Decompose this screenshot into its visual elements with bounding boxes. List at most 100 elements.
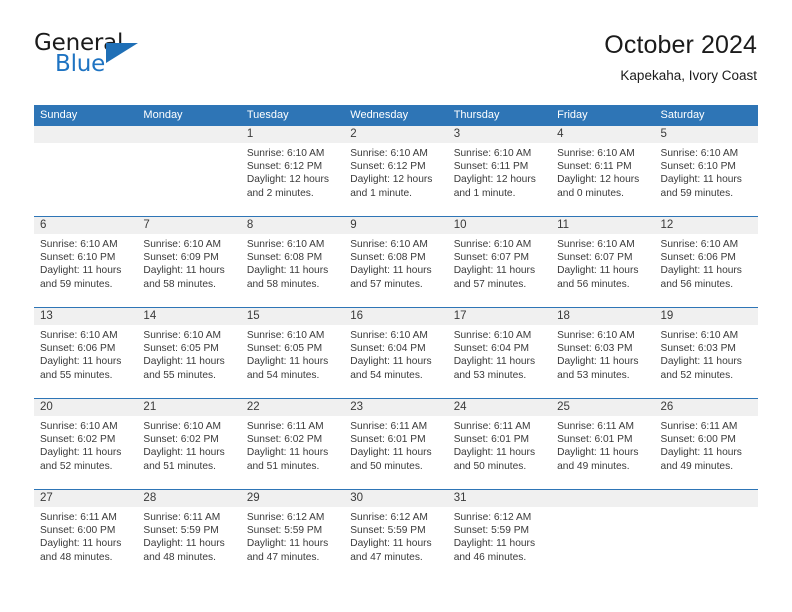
sunrise-text: Sunrise: 6:10 AM: [660, 330, 739, 341]
general-blue-logo[interactable]: General Blue: [34, 30, 154, 82]
calendar-day-cell[interactable]: 31 Sunrise: 6:12 AM Sunset: 5:59 PM Dayligh…: [447, 490, 552, 580]
sunrise-text: Sunrise: 6:12 AM: [453, 512, 532, 523]
day-number: 14: [143, 310, 157, 322]
sunset-text: Sunset: 5:59 PM: [453, 525, 530, 537]
calendar-day-cell[interactable]: 20 Sunrise: 6:10 AM Sunset: 6:02 PM Dayligh…: [34, 399, 138, 489]
day-details: Sunrise: 6:11 AM Sunset: 6:00 PM Daylight:…: [34, 507, 137, 564]
calendar-day-cell[interactable]: 27 Sunrise: 6:11 AM Sunset: 6:00 PM Dayligh…: [34, 490, 138, 580]
day-details: Sunrise: 6:10 AM Sunset: 6:09 PM Daylight:…: [137, 234, 240, 291]
daylight-text: Daylight: 11 hours and 57 minutes.: [453, 265, 536, 290]
weekday-header-thursday: Thursday: [453, 109, 500, 121]
daylight-text: Daylight: 11 hours and 50 minutes.: [350, 447, 432, 472]
calendar-day-cell[interactable]: 1 Sunrise: 6:10 AM Sunset: 6:12 PM Daylight…: [240, 126, 345, 216]
day-number-band: [240, 126, 345, 143]
title-block: October 2024 Kapekaha, Ivory Coast: [604, 30, 757, 84]
day-number-band: [34, 126, 138, 143]
logo-text-blue: Blue: [55, 51, 106, 77]
day-number: 9: [350, 219, 357, 231]
sunset-text: Sunset: 6:12 PM: [350, 161, 426, 173]
sunrise-text: Sunrise: 6:10 AM: [143, 421, 222, 432]
daylight-text: Daylight: 11 hours and 53 minutes.: [453, 356, 536, 381]
sunrise-text: Sunrise: 6:10 AM: [453, 239, 532, 250]
sunset-text: Sunset: 6:01 PM: [557, 434, 633, 446]
day-number-band: [240, 217, 345, 234]
sunrise-text: Sunrise: 6:12 AM: [246, 512, 325, 523]
calendar-day-cell[interactable]: 28 Sunrise: 6:11 AM Sunset: 5:59 PM Dayligh…: [137, 490, 241, 580]
day-details: Sunrise: 6:10 AM Sunset: 6:03 PM Daylight:…: [655, 325, 758, 382]
daylight-text: Daylight: 11 hours and 51 minutes.: [143, 447, 225, 472]
weekday-header-sunday: Sunday: [40, 109, 78, 121]
daylight-text: Daylight: 11 hours and 55 minutes.: [143, 356, 225, 381]
calendar-day-cell[interactable]: 2 Sunrise: 6:10 AM Sunset: 6:12 PM Daylight…: [344, 126, 448, 216]
sunset-text: Sunset: 6:12 PM: [246, 161, 323, 173]
daylight-text: Daylight: 11 hours and 46 minutes.: [453, 538, 536, 563]
calendar-day-cell[interactable]: 19 Sunrise: 6:10 AM Sunset: 6:03 PM Dayligh…: [654, 308, 758, 398]
sunrise-text: Sunrise: 6:12 AM: [350, 512, 428, 523]
sunrise-text: Sunrise: 6:10 AM: [453, 148, 532, 159]
sunset-text: Sunset: 6:02 PM: [143, 434, 219, 446]
daylight-text: Daylight: 11 hours and 58 minutes.: [143, 265, 225, 290]
calendar-day-cell[interactable]: 29 Sunrise: 6:12 AM Sunset: 5:59 PM Dayligh…: [240, 490, 345, 580]
calendar-day-cell[interactable]: 4 Sunrise: 6:10 AM Sunset: 6:11 PM Daylight…: [551, 126, 655, 216]
calendar-day-cell[interactable]: 26 Sunrise: 6:11 AM Sunset: 6:00 PM Dayligh…: [654, 399, 758, 489]
sunset-text: Sunset: 6:00 PM: [40, 525, 116, 537]
daylight-text: Daylight: 12 hours and 1 minute.: [350, 174, 433, 199]
calendar-day-cell[interactable]: 8 Sunrise: 6:10 AM Sunset: 6:08 PM Daylight…: [240, 217, 345, 307]
day-number-band: [654, 490, 758, 507]
calendar-day-cell[interactable]: 16 Sunrise: 6:10 AM Sunset: 6:04 PM Dayligh…: [344, 308, 448, 398]
sunset-text: Sunset: 6:09 PM: [143, 252, 219, 264]
day-details: Sunrise: 6:10 AM Sunset: 6:06 PM Daylight:…: [34, 325, 137, 382]
sunset-text: Sunset: 6:01 PM: [350, 434, 426, 446]
daylight-text: Daylight: 11 hours and 48 minutes.: [143, 538, 225, 563]
calendar-day-cell[interactable]: 17 Sunrise: 6:10 AM Sunset: 6:04 PM Dayligh…: [447, 308, 552, 398]
day-details: Sunrise: 6:10 AM Sunset: 6:05 PM Daylight:…: [137, 325, 240, 382]
daylight-text: Daylight: 11 hours and 47 minutes.: [350, 538, 432, 563]
calendar-day-cell[interactable]: 18 Sunrise: 6:10 AM Sunset: 6:03 PM Dayligh…: [551, 308, 655, 398]
day-number-band: [551, 490, 655, 507]
calendar-day-cell[interactable]: 3 Sunrise: 6:10 AM Sunset: 6:11 PM Daylight…: [447, 126, 552, 216]
day-details: Sunrise: 6:11 AM Sunset: 6:00 PM Daylight:…: [655, 416, 758, 473]
sunset-text: Sunset: 6:11 PM: [557, 161, 632, 173]
calendar-day-cell[interactable]: 22 Sunrise: 6:11 AM Sunset: 6:02 PM Dayligh…: [240, 399, 345, 489]
day-number: 22: [246, 401, 260, 413]
calendar-day-cell[interactable]: 15 Sunrise: 6:10 AM Sunset: 6:05 PM Dayligh…: [240, 308, 345, 398]
sunrise-text: Sunrise: 6:10 AM: [557, 239, 635, 250]
calendar-day-cell[interactable]: 5 Sunrise: 6:10 AM Sunset: 6:10 PM Daylight…: [654, 126, 758, 216]
day-number: 7: [143, 219, 150, 231]
calendar-day-cell[interactable]: 6 Sunrise: 6:10 AM Sunset: 6:10 PM Daylight…: [34, 217, 138, 307]
daylight-text: Daylight: 11 hours and 47 minutes.: [246, 538, 329, 563]
sunset-text: Sunset: 6:03 PM: [557, 343, 633, 355]
sunset-text: Sunset: 6:00 PM: [660, 434, 736, 446]
daylight-text: Daylight: 11 hours and 49 minutes.: [660, 447, 742, 472]
day-number: 8: [246, 219, 254, 231]
sunrise-text: Sunrise: 6:10 AM: [246, 148, 325, 159]
day-details: Sunrise: 6:12 AM Sunset: 5:59 PM Daylight:…: [344, 507, 447, 564]
calendar-day-cell[interactable]: 10 Sunrise: 6:10 AM Sunset: 6:07 PM Dayligh…: [447, 217, 552, 307]
weekday-header-row: Sunday Monday Tuesday Wednesday Thursday…: [34, 105, 758, 126]
calendar-page: General Blue October 2024 Kapekaha, Ivor…: [0, 0, 792, 612]
sunrise-text: Sunrise: 6:11 AM: [557, 421, 634, 432]
calendar-day-cell[interactable]: 11 Sunrise: 6:10 AM Sunset: 6:07 PM Dayligh…: [551, 217, 655, 307]
calendar-day-cell[interactable]: 9 Sunrise: 6:10 AM Sunset: 6:08 PM Daylight…: [344, 217, 448, 307]
daylight-text: Daylight: 11 hours and 52 minutes.: [660, 356, 742, 381]
logo-triangle-icon: [106, 43, 138, 63]
sunrise-text: Sunrise: 6:11 AM: [40, 512, 117, 523]
calendar-day-cell[interactable]: 23 Sunrise: 6:11 AM Sunset: 6:01 PM Dayligh…: [344, 399, 448, 489]
calendar-day-cell[interactable]: 7 Sunrise: 6:10 AM Sunset: 6:09 PM Daylight…: [137, 217, 241, 307]
day-details: Sunrise: 6:10 AM Sunset: 6:08 PM Daylight:…: [241, 234, 344, 291]
calendar-day-cell[interactable]: 25 Sunrise: 6:11 AM Sunset: 6:01 PM Dayligh…: [551, 399, 655, 489]
calendar-day-cell[interactable]: 14 Sunrise: 6:10 AM Sunset: 6:05 PM Dayligh…: [137, 308, 241, 398]
calendar-day-cell[interactable]: 21 Sunrise: 6:10 AM Sunset: 6:02 PM Dayligh…: [137, 399, 241, 489]
day-number: 20: [40, 401, 53, 413]
calendar-day-cell[interactable]: 13 Sunrise: 6:10 AM Sunset: 6:06 PM Dayligh…: [34, 308, 138, 398]
day-number: 25: [557, 401, 570, 413]
sunset-text: Sunset: 6:01 PM: [453, 434, 530, 446]
day-details: Sunrise: 6:10 AM Sunset: 6:11 PM Daylight:…: [551, 143, 654, 200]
calendar-day-cell[interactable]: 30 Sunrise: 6:12 AM Sunset: 5:59 PM Dayligh…: [344, 490, 448, 580]
calendar-week-row: 6 Sunrise: 6:10 AM Sunset: 6:10 PM Daylight…: [34, 216, 758, 307]
calendar-day-cell[interactable]: 12 Sunrise: 6:10 AM Sunset: 6:06 PM Dayligh…: [654, 217, 758, 307]
day-details: Sunrise: 6:11 AM Sunset: 5:59 PM Daylight:…: [137, 507, 240, 564]
daylight-text: Daylight: 11 hours and 53 minutes.: [557, 356, 639, 381]
day-details: Sunrise: 6:10 AM Sunset: 6:07 PM Daylight:…: [551, 234, 654, 291]
calendar-day-cell[interactable]: 24 Sunrise: 6:11 AM Sunset: 6:01 PM Dayligh…: [447, 399, 552, 489]
